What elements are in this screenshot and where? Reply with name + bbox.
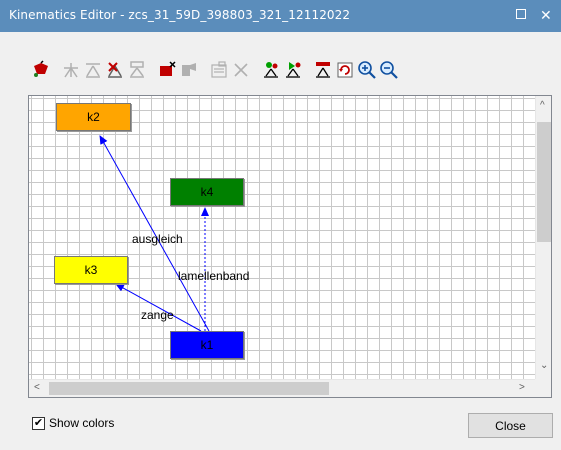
- zoom-out-icon[interactable]: [378, 58, 400, 82]
- show-colors-label[interactable]: Show colors: [49, 416, 114, 430]
- window-title: Kinematics Editor - zcs_31_59D_398803_32…: [9, 8, 351, 22]
- edge-label-ausgleich[interactable]: ausgleich: [132, 232, 183, 246]
- edges-layer: [99, 135, 210, 332]
- node-k1[interactable]: k1: [170, 331, 244, 359]
- tree-icon[interactable]: [312, 58, 334, 82]
- scroll-down-icon[interactable]: ⌄: [540, 360, 548, 371]
- link-icon[interactable]: [60, 58, 82, 82]
- scroll-corner: [535, 379, 551, 397]
- delete-icon[interactable]: [230, 58, 252, 82]
- unlink-icon[interactable]: [82, 58, 104, 82]
- node-k4[interactable]: k4: [170, 178, 244, 206]
- horizontal-scrollbar[interactable]: < >: [29, 379, 535, 397]
- delete-node-icon[interactable]: [156, 58, 178, 82]
- title-bar[interactable]: Kinematics Editor - zcs_31_59D_398803_32…: [0, 0, 561, 32]
- scroll-up-icon[interactable]: ^: [540, 100, 545, 111]
- add-node-icon[interactable]: [30, 58, 52, 82]
- horizontal-scroll-thumb[interactable]: [49, 382, 329, 395]
- maximize-icon[interactable]: [516, 9, 526, 19]
- node-k2[interactable]: k2: [56, 103, 131, 131]
- hierarchy-icon[interactable]: [178, 58, 200, 82]
- layout-auto-icon[interactable]: [282, 58, 304, 82]
- close-button[interactable]: Close: [468, 413, 553, 438]
- edit-link-icon[interactable]: [104, 58, 126, 82]
- refresh-icon[interactable]: [334, 58, 356, 82]
- show-colors-option[interactable]: ✔ Show colors: [32, 416, 114, 430]
- zoom-in-icon[interactable]: [356, 58, 378, 82]
- link-list-icon[interactable]: [126, 58, 148, 82]
- scroll-left-icon[interactable]: <: [34, 382, 40, 393]
- vertical-scrollbar[interactable]: ^ ⌄: [535, 96, 551, 379]
- scroll-right-icon[interactable]: >: [519, 382, 525, 393]
- show-colors-checkbox[interactable]: ✔: [32, 416, 45, 430]
- properties-icon[interactable]: [208, 58, 230, 82]
- kinematics-canvas[interactable]: k2 k4 k3 k1 ausgleich lamellenband zange…: [28, 95, 552, 398]
- edge-label-lamellenband[interactable]: lamellenband: [178, 269, 249, 283]
- node-k3[interactable]: k3: [54, 256, 128, 284]
- layout-icon[interactable]: [260, 58, 282, 82]
- edge-label-zange[interactable]: zange: [141, 308, 174, 322]
- diagram-grid[interactable]: k2 k4 k3 k1 ausgleich lamellenband zange: [29, 96, 535, 379]
- window-close-icon[interactable]: ✕: [540, 7, 552, 24]
- vertical-scroll-thumb[interactable]: [537, 122, 551, 242]
